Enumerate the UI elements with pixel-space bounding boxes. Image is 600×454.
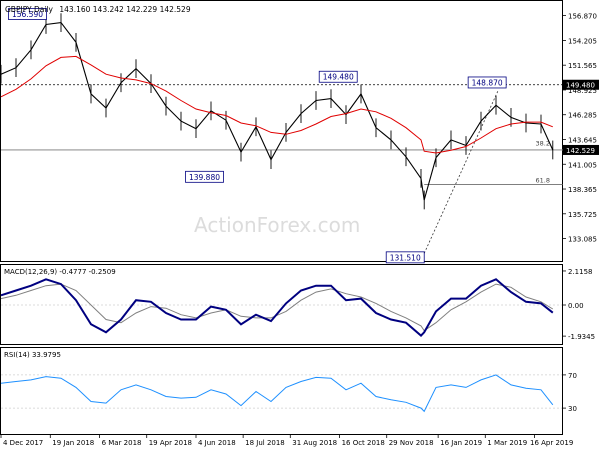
watermark: ActionForex.com: [194, 213, 360, 237]
x-axis-label: 18 Jul 2018: [245, 439, 285, 447]
x-axis-label: 4 Dec 2017: [3, 439, 43, 447]
price-level-badge-label: 149.480: [566, 82, 595, 90]
rsi-axis-label: 30: [568, 405, 577, 413]
rsi-line: [0, 374, 554, 413]
macd-legend: MACD(12,26,9) -0.4777 -0.2509: [4, 268, 116, 276]
x-axis-label: 6 Mar 2018: [102, 439, 142, 447]
ohlc-values: 143.160 143.242 142.229 142.529: [59, 5, 190, 14]
price-callout-label: 139.880: [189, 173, 220, 182]
rsi-legend: RSI(14) 33.9795: [4, 351, 61, 359]
price-callout-label: 148.870: [472, 78, 503, 87]
price-axis-label: 138.365: [568, 186, 597, 194]
symbol-label: GBPJPY,Daily: [5, 5, 54, 14]
price-axis-label: 151.565: [568, 62, 597, 70]
price-callout-label: 131.510: [390, 253, 421, 262]
macd-line: [0, 278, 554, 337]
price-axis-label: 156.870: [568, 12, 597, 20]
macd-axis-label: 2.1158: [568, 268, 593, 276]
rsi-axis-label: 70: [568, 372, 577, 380]
x-axis-label: 31 Aug 2018: [292, 439, 337, 447]
price-axis-label: 146.285: [568, 112, 597, 120]
price-axis-label: 154.205: [568, 37, 597, 45]
chart-title: GBPJPY,Daily 143.160 143.242 142.229 142…: [5, 5, 191, 14]
fib-label: 38.2: [536, 139, 550, 147]
fib-label: 61.8: [536, 176, 550, 184]
x-axis-label: 1 Mar 2019: [487, 439, 527, 447]
x-axis-label: 16 Jan 2019: [440, 439, 482, 447]
price-axis-label: 135.725: [568, 211, 597, 219]
x-axis-label: 19 Apr 2018: [149, 439, 192, 447]
price-axis-label: 141.005: [568, 161, 597, 169]
chart-svg: ActionForex.com 61.838.2156.590139.88014…: [0, 0, 599, 447]
gbpjpy-chart: ActionForex.com 61.8 38.2 156.590 139.880 14…: [0, 0, 600, 450]
price-axis-label: 143.645: [568, 136, 597, 144]
macd-panel-frame: [0, 264, 563, 345]
macd-signal-line: [0, 283, 554, 332]
price-series-line: [0, 22, 554, 201]
price-axis-label: 133.085: [568, 236, 597, 244]
price-callout-label: 149.480: [323, 73, 354, 82]
x-axis-label: 16 Oct 2018: [342, 439, 385, 447]
macd-axis-label: 0.00: [568, 302, 584, 310]
price-level-badge-label: 142.529: [566, 147, 595, 155]
x-axis-label: 4 Jun 2018: [198, 439, 236, 447]
x-axis-label: 29 Nov 2018: [389, 439, 434, 447]
x-axis-label: 16 Apr 2019: [530, 439, 573, 447]
x-axis-label: 19 Jan 2018: [52, 439, 94, 447]
macd-axis-label: -1.9345: [568, 333, 595, 341]
